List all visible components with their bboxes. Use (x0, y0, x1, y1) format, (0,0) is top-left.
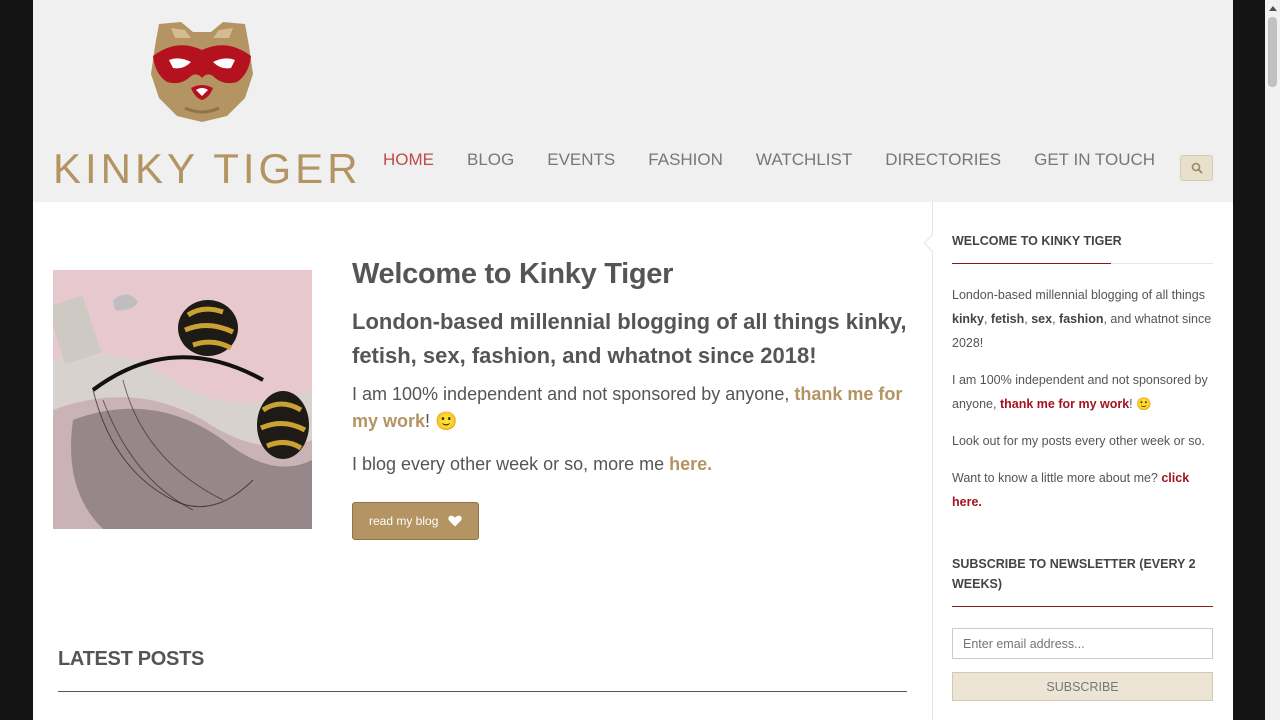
email-field[interactable] (952, 628, 1213, 659)
tiger-mask-logo-icon[interactable] (149, 16, 255, 124)
tiger-ears-headband-photo (53, 270, 312, 529)
welcome-intro: London-based millennial blogging of all … (952, 283, 1213, 355)
hero-subtitle: London-based millennial blogging of all … (352, 309, 907, 368)
hero-support-suffix: ! 🙂 (425, 411, 458, 431)
sep: , (1052, 312, 1060, 326)
sep: , (983, 312, 991, 326)
site-logo-wordmark[interactable]: KINKY TIGER (53, 145, 362, 193)
nav-watchlist[interactable]: WATCHLIST (756, 150, 852, 170)
welcome-widget-title: WELCOME TO KINKY TIGER (952, 234, 1122, 248)
welcome-support-suffix: ! 🙂 (1129, 397, 1152, 411)
scroll-up-arrow-icon[interactable] (1265, 2, 1280, 14)
hero-title: Welcome to Kinky Tiger (352, 258, 674, 290)
heart-icon (448, 515, 463, 527)
nav-events[interactable]: EVENTS (547, 150, 615, 170)
nav-fashion[interactable]: FASHION (648, 150, 723, 170)
sidebar: WELCOME TO KINKY TIGER London-based mill… (952, 202, 1213, 701)
newsletter-widget-title: SUBSCRIBE TO NEWSLETTER (EVERY 2 WEEKS) (952, 557, 1196, 591)
here-link[interactable]: here (669, 454, 707, 474)
latest-posts-title: LATEST POSTS (58, 648, 205, 670)
tag-sex: sex (1031, 312, 1053, 326)
search-button[interactable] (1180, 155, 1213, 181)
newsletter-widget: SUBSCRIBE TO NEWSLETTER (EVERY 2 WEEKS) … (952, 554, 1213, 701)
newsletter-title-rule (952, 606, 1213, 607)
scrollbar-thumb[interactable] (1268, 17, 1277, 87)
nav-get-in-touch[interactable]: GET IN TOUCH (1034, 150, 1155, 170)
sidebar-divider (932, 202, 933, 720)
page-scrollbar[interactable] (1265, 0, 1280, 720)
hero-blog-text: I blog every other week or so, more me (352, 454, 670, 474)
read-my-blog-button[interactable]: read my blog (352, 502, 480, 540)
hero-text: Welcome to Kinky Tiger London-based mill… (352, 258, 912, 540)
latest-posts-divider (58, 691, 907, 692)
hero-blog-line: I blog every other week or so, more me h… (352, 451, 912, 478)
main-nav: HOME BLOG EVENTS FASHION WATCHLIST DIREC… (383, 150, 1188, 170)
tag-kinky: kinky (952, 312, 984, 326)
search-icon (1191, 162, 1203, 174)
subscribe-button[interactable]: SUBSCRIBE (952, 672, 1213, 701)
hero-support-text: I am 100% independent and not sponsored … (352, 384, 795, 404)
welcome-schedule: Look out for my posts every other week o… (952, 434, 1205, 448)
hero-image (53, 270, 312, 529)
welcome-widget: WELCOME TO KINKY TIGER London-based mill… (952, 231, 1213, 514)
welcome-about-text: Want to know a little more about me? (952, 471, 1162, 485)
hero-support-line: I am 100% independent and not sponsored … (352, 381, 912, 435)
page: KINKY TIGER HOME BLOG EVENTS FASHION WAT… (33, 0, 1233, 720)
nav-directories[interactable]: DIRECTORIES (885, 150, 1001, 170)
tag-fetish: fetish (990, 312, 1025, 326)
hero-blog-suffix: . (707, 454, 713, 474)
read-my-blog-label: read my blog (369, 514, 439, 528)
welcome-intro-text: London-based millennial blogging of all … (952, 288, 1205, 302)
nav-home[interactable]: HOME (383, 150, 434, 170)
tag-fashion: fashion (1059, 312, 1104, 326)
nav-blog[interactable]: BLOG (467, 150, 514, 170)
welcome-title-rule (952, 263, 1213, 264)
welcome-support: I am 100% independent and not sponsored … (952, 368, 1213, 416)
sidebar-notch (923, 234, 941, 252)
welcome-about: Want to know a little more about me? cli… (952, 466, 1213, 514)
site-header: KINKY TIGER HOME BLOG EVENTS FASHION WAT… (33, 0, 1233, 202)
sidebar-thank-me-link[interactable]: thank me for my work (1000, 397, 1129, 411)
